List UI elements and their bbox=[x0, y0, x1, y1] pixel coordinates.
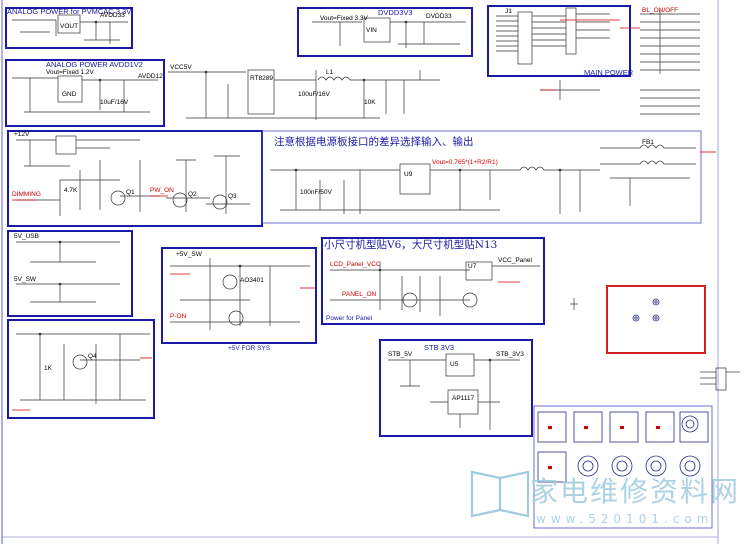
label-avdd33: AVDD33 bbox=[100, 12, 125, 19]
label-vcc-panel: VCC_Panel bbox=[498, 257, 532, 264]
net-panel-on: PANEL_ON bbox=[342, 291, 377, 298]
label-q4: Q4 bbox=[88, 353, 97, 360]
label-vout-fixed-3v3: Vout=Fixed 3.3V bbox=[320, 15, 368, 22]
label-stb-3v3: STB_3V3 bbox=[496, 351, 524, 358]
net-bl-on-off: BL_ON/OFF bbox=[642, 7, 679, 14]
block-title-analog-power-avdd1v2: ANALOG POWER AVDD1V2 bbox=[46, 60, 143, 69]
label-5v-sw: 5V_SW bbox=[14, 276, 37, 283]
net-lcd-panel-vcc: LCD_Panel_VCC bbox=[330, 261, 381, 268]
label-dvdd33: DVDD33 bbox=[426, 13, 452, 20]
note-panel-size: 小尺寸机型贴V6，大尺寸机型贴N13 bbox=[324, 239, 498, 251]
label-res-4k7: 4.7K bbox=[64, 187, 78, 194]
block-title-stb-3v3: STB 3V3 bbox=[424, 343, 455, 352]
block-title-main-power: MAIN POWER bbox=[584, 68, 634, 77]
label-q2: Q2 bbox=[188, 191, 197, 198]
watermark-site: www.520101.com bbox=[536, 512, 714, 526]
mounting-holes bbox=[632, 298, 660, 322]
label-rt8289: RT8289 bbox=[250, 75, 274, 82]
label-vout: VOUT bbox=[60, 23, 79, 30]
label-u9: U9 bbox=[404, 171, 413, 178]
label-plus5v-sw: +5V_SW bbox=[176, 251, 202, 258]
label-5v-usb: 5V_USB bbox=[14, 233, 39, 240]
label-q3: Q3 bbox=[228, 193, 237, 200]
label-q1: Q1 bbox=[126, 189, 135, 196]
note-power-board: 注意根据电源板接口的差异选择输入、输出 bbox=[274, 136, 474, 148]
watermark-brand: 家电维修资料网 bbox=[530, 475, 741, 508]
net-pw-on: PW_ON bbox=[150, 187, 174, 194]
net-p-on: P-ON bbox=[170, 313, 187, 320]
block-title-power-for-panel: Power for Panel bbox=[326, 315, 373, 322]
label-inductor: L1 bbox=[326, 69, 334, 76]
label-plus12v: +12V bbox=[14, 131, 30, 138]
block-title-5v-for-sys: +5V FOR SYS bbox=[228, 345, 271, 352]
label-avdd12: AVDD12 bbox=[138, 73, 163, 80]
label-u5: U5 bbox=[450, 361, 459, 368]
label-vin: VIN bbox=[366, 27, 377, 34]
schematic-drawing bbox=[1, 0, 740, 544]
label-stb-5v: STB_5V bbox=[388, 351, 413, 358]
label-mosfet: AO3401 bbox=[240, 277, 264, 284]
label-cap-10u: 10uF/16V bbox=[100, 99, 129, 106]
label-ap1117: AP1117 bbox=[452, 395, 475, 402]
schematic-sheet: ANALOG POWER for PVMCAC 3.3V DVDD3V3 MAI… bbox=[0, 0, 750, 544]
label-res-1k: 1K bbox=[44, 365, 52, 372]
label-vcc5v: VCC5V bbox=[170, 64, 192, 71]
block-title-dvdd3v3: DVDD3V3 bbox=[378, 8, 413, 17]
label-j1: J1 bbox=[505, 8, 512, 15]
block-outlines bbox=[5, 5, 631, 437]
label-cap-100n: 100nF/50V bbox=[300, 189, 332, 196]
watermark-logo bbox=[470, 470, 530, 518]
label-cap-100u: 100uF/16V bbox=[298, 91, 330, 98]
label-u7: U7 bbox=[468, 263, 477, 270]
label-vout-fixed-1v2: Vout=Fixed 1.2V bbox=[46, 69, 94, 76]
vout-formula: Vout=0.765*(1+R2/R1) bbox=[432, 159, 498, 166]
label-res-10k: 10K bbox=[364, 99, 376, 106]
label-gnd: GND bbox=[62, 91, 77, 98]
label-ferrite: FB1 bbox=[642, 139, 654, 146]
net-dimming: DIMMING bbox=[12, 191, 41, 198]
